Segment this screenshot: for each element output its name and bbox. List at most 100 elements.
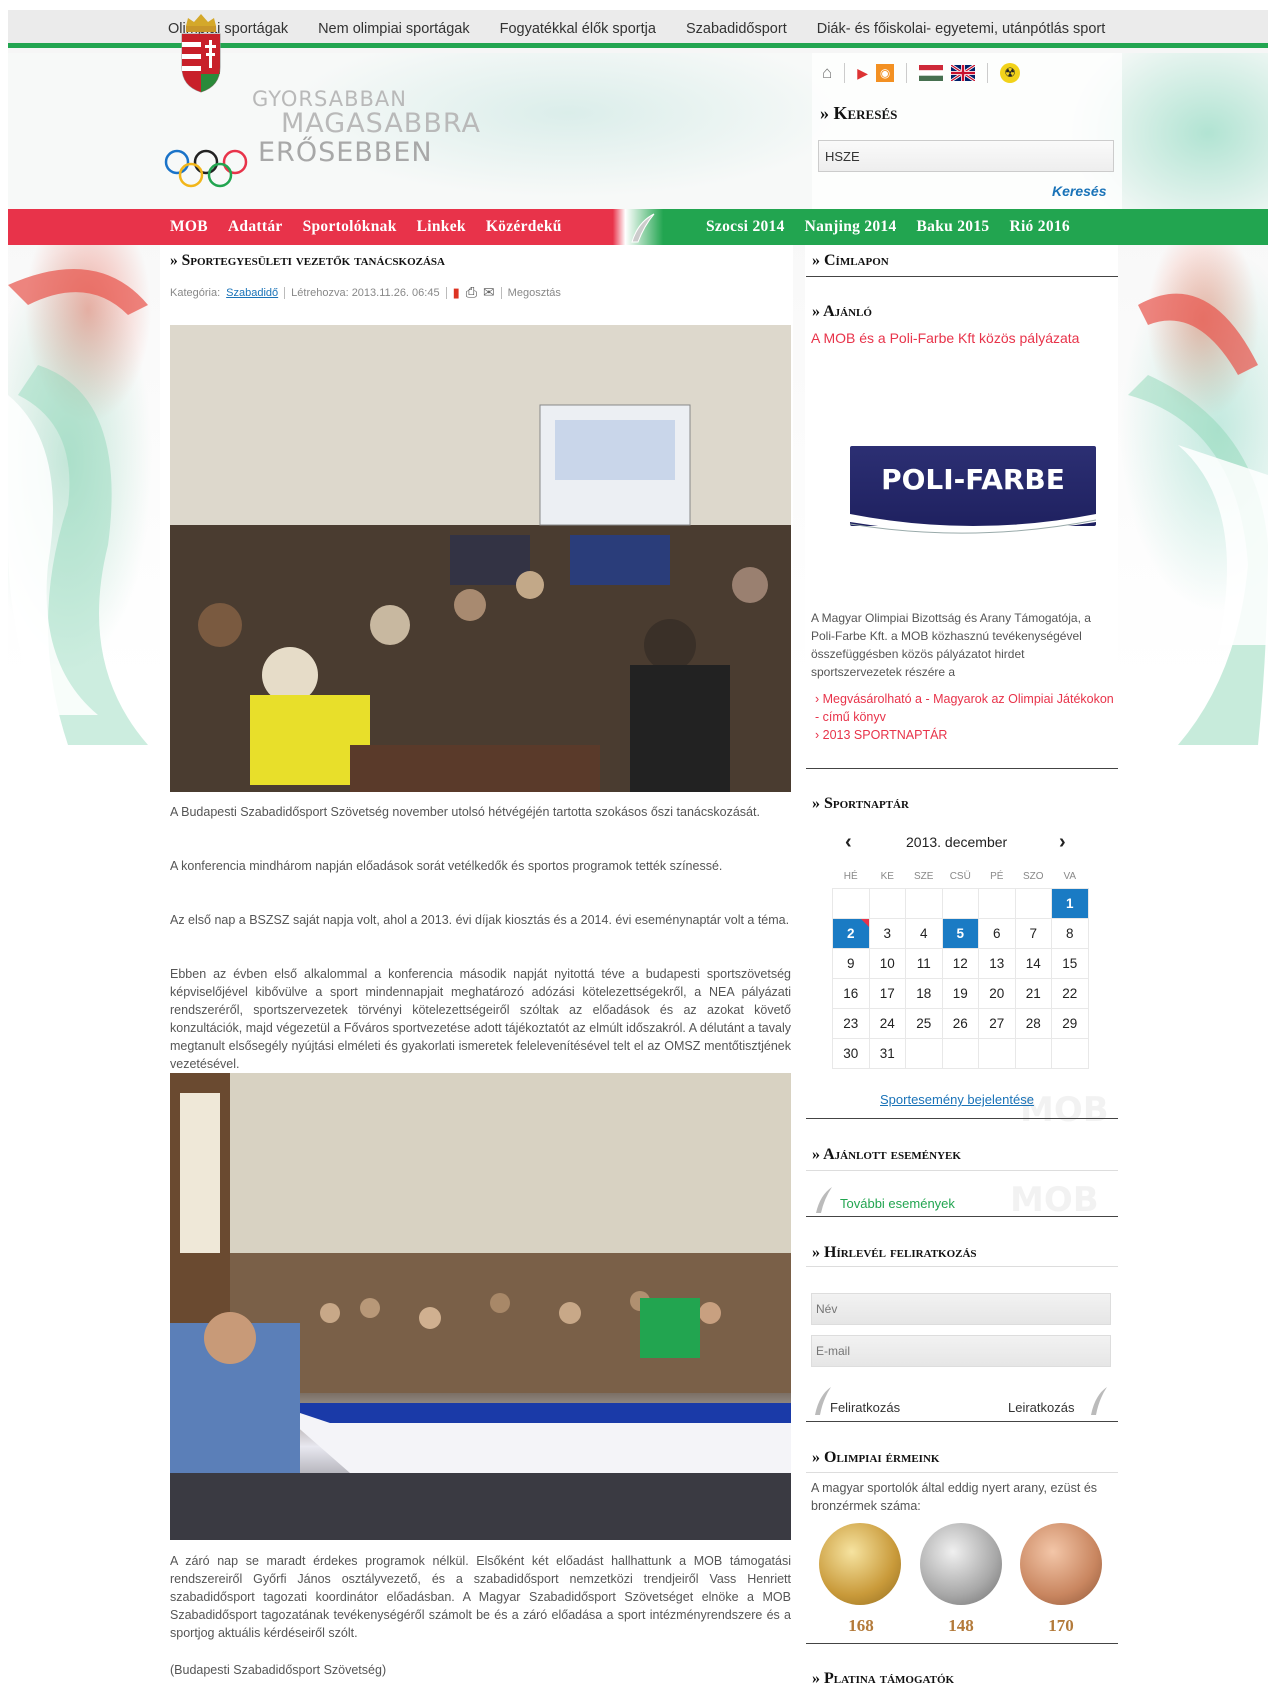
divider xyxy=(806,276,1118,277)
print-icon[interactable]: ⎙ xyxy=(466,284,477,301)
youtube-icon[interactable]: ▶ xyxy=(857,63,868,83)
newsletter-email-input[interactable] xyxy=(811,1335,1111,1367)
pdf-icon[interactable]: ▮ xyxy=(453,285,460,301)
divider xyxy=(806,1643,1118,1644)
calendar-day[interactable]: 24 xyxy=(868,1007,906,1039)
calendar-day[interactable]: 10 xyxy=(868,947,906,979)
report-event-link[interactable]: Sportesemény bejelentése xyxy=(880,1092,1034,1107)
accessibility-icon[interactable]: ☢ xyxy=(1000,63,1021,83)
hungarian-flag-icon[interactable] xyxy=(919,65,944,81)
divider xyxy=(445,286,447,299)
calendar-day[interactable]: 29 xyxy=(1051,1007,1089,1039)
calendar-day[interactable]: 12 xyxy=(941,947,979,979)
swoosh-icon xyxy=(1091,1387,1107,1415)
calendar-day[interactable]: 7 xyxy=(1014,917,1052,949)
calendar-week-row: 1 xyxy=(832,887,1089,919)
topnav-szabadido[interactable]: Szabadidősport xyxy=(686,21,787,37)
calendar-day[interactable]: 22 xyxy=(1051,977,1089,1009)
silver-count: 148 xyxy=(948,1616,974,1635)
calendar-day[interactable]: 5 xyxy=(941,917,979,949)
calendar-prev-button[interactable]: ‹ xyxy=(845,831,852,854)
home-icon[interactable]: ⌂ xyxy=(822,63,832,83)
divider xyxy=(806,1170,1118,1171)
nav-sportoloknak[interactable]: Sportolóknak xyxy=(303,218,397,236)
topnav-diak[interactable]: Diák- és főiskolai- egyetemi, utánpótlás… xyxy=(817,21,1106,37)
ajanlo-list-item[interactable]: Megvásárolható a - Magyarok az Olimpiai … xyxy=(815,690,1115,726)
nav-kozerdeku[interactable]: Közérdekű xyxy=(486,218,562,236)
calendar-day[interactable]: 17 xyxy=(868,977,906,1009)
logo-line-3: ERŐSEBBEN xyxy=(258,137,433,168)
topnav-fogyatekkal[interactable]: Fogyatékkal élők sportja xyxy=(500,21,656,37)
ajanlo-list-item[interactable]: 2013 SPORTNAPTÁR xyxy=(815,726,1115,744)
nav-rio[interactable]: Rió 2016 xyxy=(1009,218,1070,236)
divider xyxy=(806,1118,1118,1119)
calendar-day[interactable]: 8 xyxy=(1051,917,1089,949)
weekday-label: SZO xyxy=(1022,871,1044,883)
calendar-day[interactable]: 20 xyxy=(978,977,1016,1009)
article-paragraph-3: Az első nap a BSZSZ saját napja volt, ah… xyxy=(170,913,790,927)
nav-baku[interactable]: Baku 2015 xyxy=(917,218,990,236)
cimlapon-title[interactable]: » Címlapon xyxy=(812,252,889,270)
calendar-week-row: 30 31 xyxy=(832,1037,1089,1069)
calendar-empty-cell xyxy=(1014,1037,1052,1069)
calendar-day[interactable]: 23 xyxy=(832,1007,870,1039)
coat-of-arms-logo[interactable] xyxy=(178,12,224,94)
divider xyxy=(806,1216,1118,1217)
search-button[interactable]: Keresés xyxy=(1052,183,1107,199)
nav-mob[interactable]: MOB xyxy=(170,218,208,236)
medals-description: A magyar sportolók által eddig nyert ara… xyxy=(811,1481,1098,1513)
calendar-day[interactable]: 18 xyxy=(905,977,943,1009)
calendar-day[interactable]: 11 xyxy=(905,947,943,979)
divider xyxy=(806,1421,1118,1422)
calendar-day[interactable]: 30 xyxy=(832,1037,870,1069)
ajanlo-list: Megvásárolható a - Magyarok az Olimpiai … xyxy=(815,690,1115,744)
nav-szocsi[interactable]: Szocsi 2014 xyxy=(706,218,785,236)
nav-linkek[interactable]: Linkek xyxy=(417,218,466,236)
ajanlott-title: » Ajánlott események xyxy=(812,1146,961,1163)
calendar-day[interactable]: 4 xyxy=(905,917,943,949)
divider xyxy=(844,63,846,83)
subscribe-button[interactable]: Feliratkozás xyxy=(830,1400,900,1415)
calendar-day[interactable]: 1 xyxy=(1051,887,1089,919)
calendar-day[interactable]: 15 xyxy=(1051,947,1089,979)
divider xyxy=(500,286,502,299)
nav-adattar[interactable]: Adattár xyxy=(228,218,283,236)
category-link[interactable]: Szabadidő xyxy=(226,287,278,299)
email-icon[interactable]: ✉ xyxy=(483,284,495,301)
calendar-day[interactable]: 21 xyxy=(1014,977,1052,1009)
unsubscribe-button[interactable]: Leiratkozás xyxy=(1008,1400,1074,1415)
topnav-nem-olimpiai[interactable]: Nem olimpiai sportágak xyxy=(318,21,470,37)
calendar-day[interactable]: 3 xyxy=(868,917,906,949)
english-flag-icon[interactable] xyxy=(951,65,976,81)
platina-title: » Platina támogatók xyxy=(812,1670,955,1687)
more-events-link[interactable]: További események xyxy=(840,1196,955,1211)
calendar-empty-cell xyxy=(905,887,943,919)
calendar-grid: HÉ KE SZE CSÜ PÉ SZO VA 1 2 3 4 5 6 7 8 9 10 11 12 1… xyxy=(832,866,1089,1069)
ajanlo-link[interactable]: A MOB és a Poli-Farbe Kft közös pályázat… xyxy=(811,330,1079,346)
sportnaptar-title: » Sportnaptár xyxy=(812,795,909,812)
calendar-day[interactable]: 25 xyxy=(905,1007,943,1039)
calendar-day[interactable]: 14 xyxy=(1014,947,1052,979)
calendar-day[interactable]: 16 xyxy=(832,977,870,1009)
calendar-week-row: 16 17 18 19 20 21 22 xyxy=(832,977,1089,1009)
calendar-day[interactable]: 27 xyxy=(978,1007,1016,1039)
created-date: Létrehozva: 2013.11.26. 06:45 xyxy=(291,286,440,299)
calendar-day[interactable]: 9 xyxy=(832,947,870,979)
calendar-day[interactable]: 19 xyxy=(941,977,979,1009)
newsletter-name-input[interactable] xyxy=(811,1293,1111,1325)
calendar-day[interactable]: 26 xyxy=(941,1007,979,1039)
rss-icon[interactable]: ◉ xyxy=(876,64,895,82)
weekday-label: VA xyxy=(1063,871,1077,883)
calendar-next-button[interactable]: › xyxy=(1059,831,1066,854)
calendar-day[interactable]: 6 xyxy=(978,917,1016,949)
nav-nanjing[interactable]: Nanjing 2014 xyxy=(805,218,897,236)
logo-line-2: MAGASABBRA xyxy=(281,108,481,139)
calendar-day[interactable]: 2 xyxy=(832,917,870,949)
search-input[interactable] xyxy=(818,140,1114,172)
divider xyxy=(284,286,286,299)
calendar-day[interactable]: 31 xyxy=(868,1037,906,1069)
calendar-day[interactable]: 28 xyxy=(1014,1007,1052,1039)
share-link[interactable]: Megosztás xyxy=(508,287,561,299)
swoosh-icon xyxy=(816,1187,832,1213)
calendar-day[interactable]: 13 xyxy=(978,947,1016,979)
